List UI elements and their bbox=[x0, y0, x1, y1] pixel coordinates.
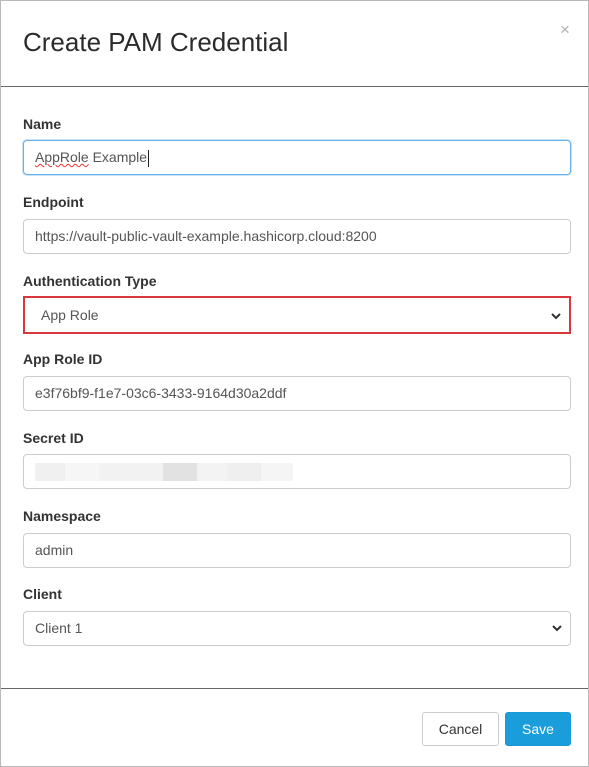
app-role-id-label: App Role ID bbox=[23, 351, 103, 367]
redacted-block bbox=[227, 463, 261, 481]
redacted-block bbox=[197, 463, 227, 481]
auth-type-value: App Role bbox=[41, 307, 99, 323]
redacted-block bbox=[99, 463, 163, 481]
client-select[interactable]: Client 1 bbox=[23, 611, 571, 646]
footer-divider bbox=[1, 688, 588, 689]
secret-id-label: Secret ID bbox=[23, 430, 84, 446]
auth-type-select[interactable]: App Role bbox=[23, 296, 571, 334]
name-value-first-word: AppRole bbox=[35, 149, 89, 165]
auth-type-label: Authentication Type bbox=[23, 273, 157, 289]
secret-id-input[interactable] bbox=[23, 454, 571, 489]
redacted-block bbox=[65, 463, 99, 481]
cancel-button[interactable]: Cancel bbox=[422, 712, 499, 746]
app-role-id-input[interactable]: e3f76bf9-f1e7-03c6-3433-9164d30a2ddf bbox=[23, 376, 571, 411]
dialog-title: Create PAM Credential bbox=[23, 27, 289, 57]
client-value: Client 1 bbox=[35, 620, 83, 636]
endpoint-label: Endpoint bbox=[23, 194, 84, 210]
create-pam-credential-dialog: Create PAM Credential × Name AppRole Exa… bbox=[0, 0, 589, 767]
namespace-label: Namespace bbox=[23, 508, 101, 524]
name-value-rest: Example bbox=[88, 149, 148, 165]
name-input[interactable]: AppRole Example bbox=[23, 140, 571, 175]
redacted-block bbox=[261, 463, 293, 481]
dialog-header: Create PAM Credential × bbox=[1, 1, 588, 87]
namespace-input[interactable]: admin bbox=[23, 533, 571, 568]
redacted-block bbox=[163, 463, 197, 481]
name-label: Name bbox=[23, 116, 62, 132]
chevron-down-icon bbox=[551, 313, 561, 320]
save-button[interactable]: Save bbox=[505, 712, 571, 746]
redacted-block bbox=[35, 463, 65, 481]
close-icon[interactable]: × bbox=[557, 21, 573, 39]
text-cursor bbox=[148, 149, 150, 167]
chevron-down-icon bbox=[552, 625, 562, 632]
client-label: Client bbox=[23, 586, 62, 602]
endpoint-input[interactable]: https://vault-public-vault-example.hashi… bbox=[23, 219, 571, 254]
